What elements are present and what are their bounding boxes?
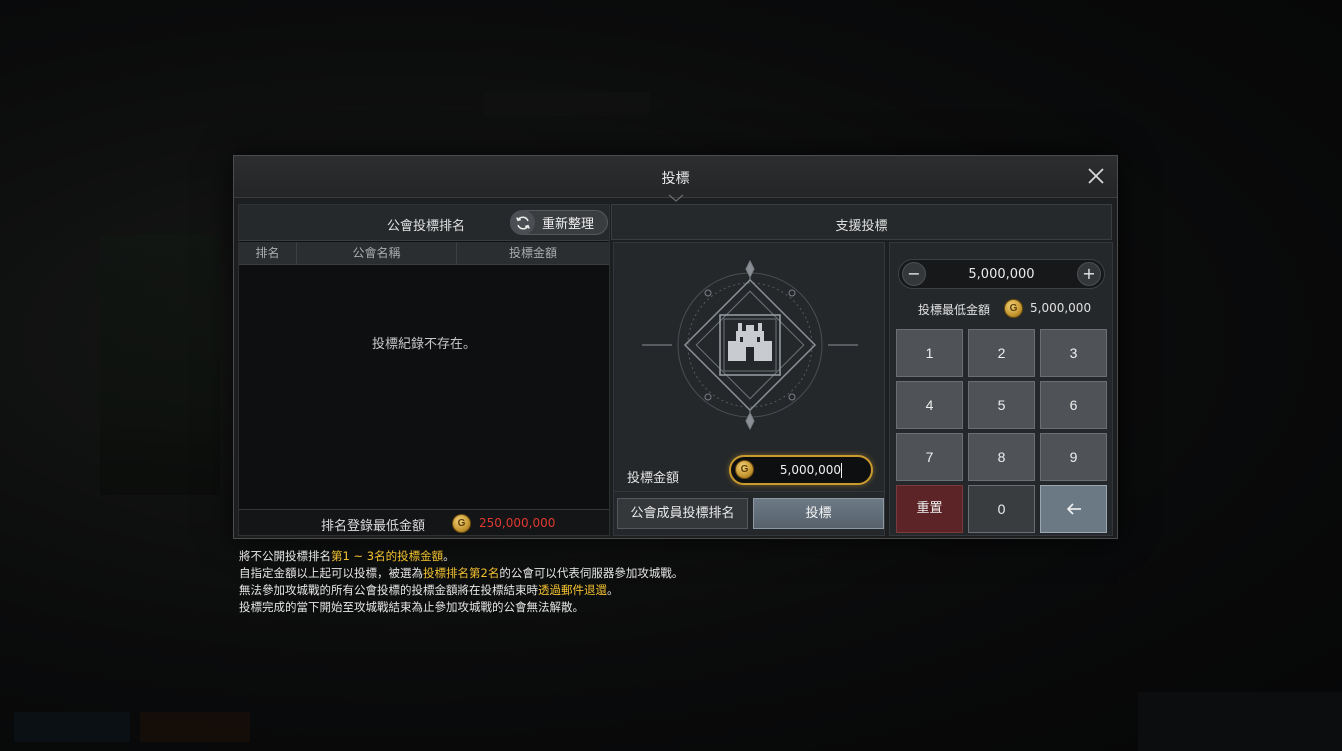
gold-coin-icon: G (452, 514, 471, 533)
refresh-label: 重新整理 (542, 217, 595, 232)
ranking-title: 公會投標排名 (387, 219, 466, 234)
note-line: 自指定金額以上起可以投標，被選為投標排名第2名的公會可以代表伺服器參加攻城戰。 (239, 566, 684, 580)
key-5[interactable]: 5 (968, 381, 1035, 429)
bid-amount-input[interactable]: G 5,000,000 (729, 455, 873, 485)
ranking-min-value: 250,000,000 (479, 516, 556, 530)
amount-stepper: − 5,000,000 + (898, 259, 1105, 289)
ranking-header: 公會投標排名 重新整理 (239, 205, 609, 241)
bid-amount-row: 投標金額 G 5,000,000 (614, 451, 884, 495)
back-arrow-icon (1066, 503, 1081, 515)
key-7[interactable]: 7 (896, 433, 963, 481)
key-6[interactable]: 6 (1040, 381, 1107, 429)
bid-amount-value: 5,000,000 (779, 463, 841, 477)
key-8[interactable]: 8 (968, 433, 1035, 481)
member-bid-ranking-button[interactable]: 公會成員投標排名 (617, 498, 748, 529)
column-bid-amount: 投標金額 (508, 246, 557, 260)
bid-min-amount: 投標最低金額 G 5,000,000 (890, 296, 1112, 320)
increase-button[interactable]: + (1077, 262, 1101, 286)
dialog-title: 投標 (661, 171, 690, 187)
key-3[interactable]: 3 (1040, 329, 1107, 377)
column-guild-name: 公會名稱 (297, 242, 457, 264)
stepper-value: 5,000,000 (968, 267, 1035, 282)
ranking-panel: 公會投標排名 重新整理 排名 公會名稱 投標金額 投標紀錄不存在。 排名登錄最低… (238, 204, 610, 536)
submit-bid-button[interactable]: 投標 (753, 498, 884, 529)
dialog-header: 投標 (234, 156, 1117, 202)
keypad-panel: − 5,000,000 + 投標最低金額 G 5,000,000 1 2 3 4… (889, 242, 1113, 536)
note-line: 投標完成的當下開始至攻城戰結束為止參加攻城戰的公會無法解散。 (239, 600, 584, 614)
ranking-table-header: 排名 公會名稱 投標金額 (239, 242, 609, 265)
ranking-min-amount: 排名登錄最低金額 G 250,000,000 (239, 509, 609, 535)
empty-message: 投標紀錄不存在。 (371, 337, 476, 352)
close-icon (1088, 168, 1104, 184)
bid-amount-label: 投標金額 (627, 471, 680, 486)
header-ornament-icon (668, 194, 684, 202)
gold-coin-icon: G (735, 460, 754, 479)
refresh-icon (510, 210, 535, 235)
refresh-button[interactable]: 重新整理 (510, 210, 608, 235)
bid-actions: 公會成員投標排名 投標 (614, 491, 884, 535)
column-rank: 排名 (239, 242, 297, 264)
ranking-min-label: 排名登錄最低金額 (321, 519, 426, 534)
bid-notes: 將不公開投標排名第1 ~ 3名的投標金額。 自指定金額以上起可以投標，被選為投標… (239, 548, 939, 616)
key-1[interactable]: 1 (896, 329, 963, 377)
key-2[interactable]: 2 (968, 329, 1035, 377)
text-caret (841, 463, 842, 478)
bid-min-value: 5,000,000 (1030, 301, 1092, 315)
close-button[interactable] (1085, 165, 1107, 187)
key-0[interactable]: 0 (968, 485, 1035, 533)
reset-key[interactable]: 重置 (896, 485, 963, 533)
note-line: 無法參加攻城戰的所有公會投標的投標金額將在投標結束時透過郵件退還。 (239, 583, 619, 597)
key-9[interactable]: 9 (1040, 433, 1107, 481)
bid-panel: 投標金額 G 5,000,000 公會成員投標排名 投標 (613, 242, 885, 536)
gold-coin-icon: G (1004, 299, 1023, 318)
bid-dialog: 投標 公會投標排名 重新整理 排名 公會名稱 投標金額 投標紀錄不存在。 排名登… (233, 155, 1118, 539)
castle-emblem-icon (642, 259, 858, 431)
note-line: 將不公開投標排名第1 ~ 3名的投標金額。 (239, 549, 455, 563)
backspace-key[interactable] (1040, 485, 1107, 533)
key-4[interactable]: 4 (896, 381, 963, 429)
bid-min-label: 投標最低金額 (918, 303, 991, 317)
support-bid-title: 支援投標 (835, 219, 888, 234)
number-keypad: 1 2 3 4 5 6 7 8 9 重置 0 (896, 329, 1108, 533)
support-bid-header: 支援投標 (611, 204, 1112, 240)
